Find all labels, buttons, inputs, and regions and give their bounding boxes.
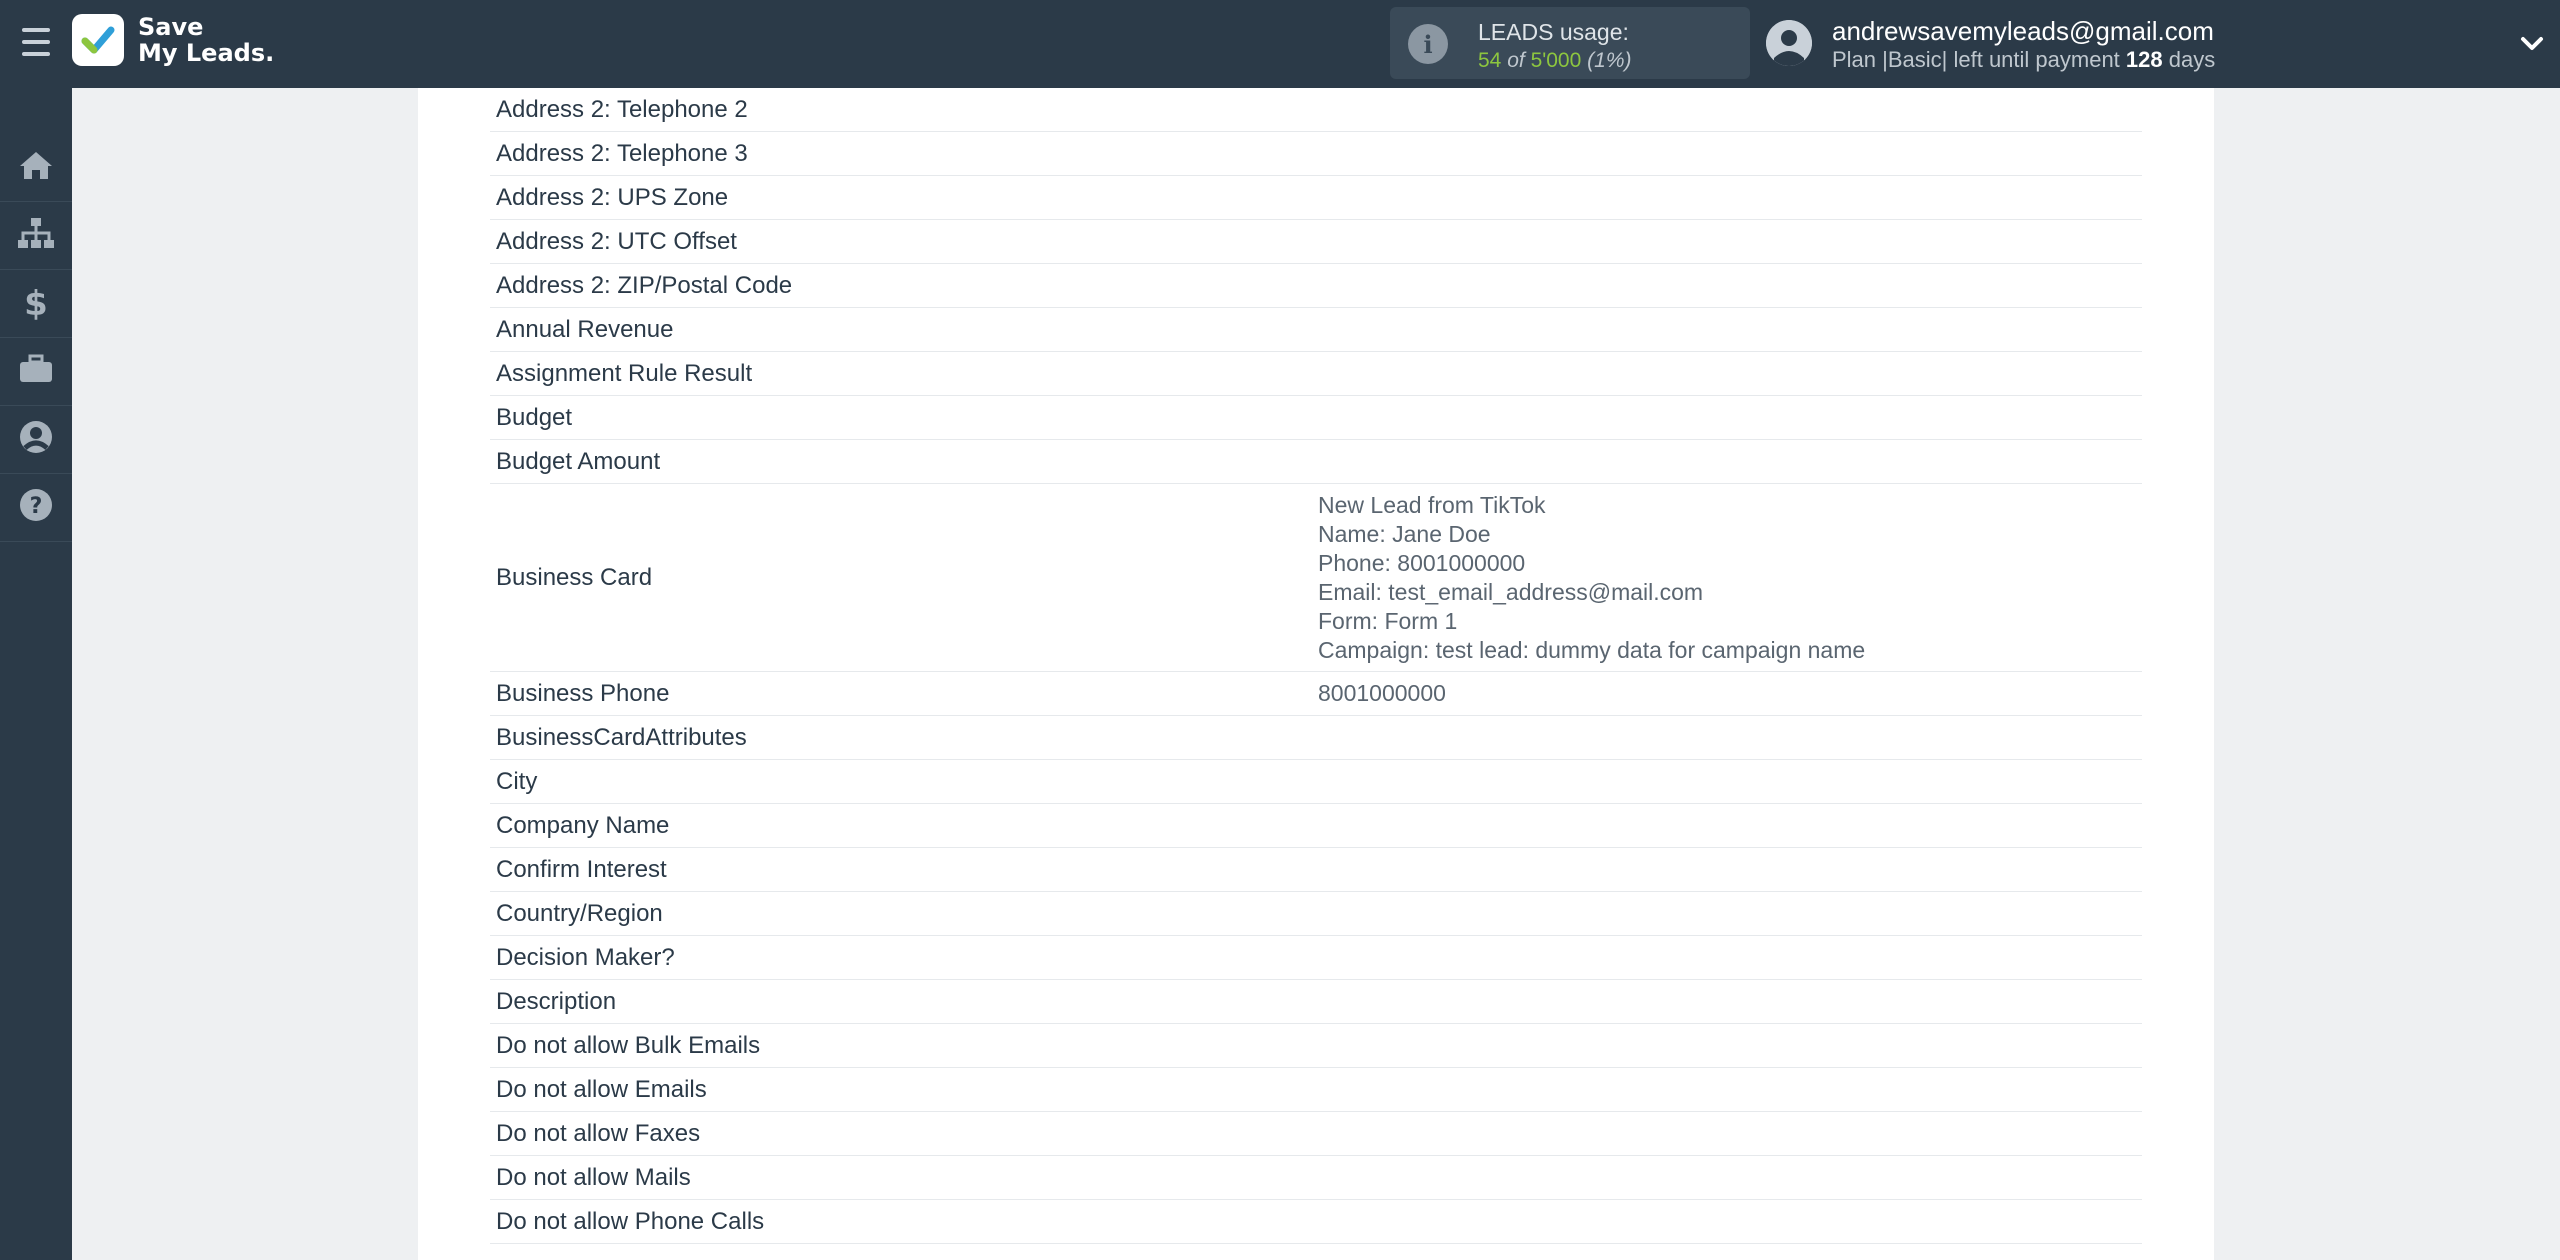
table-row: Do not allow Phone Calls [490, 1200, 2142, 1244]
table-row: Assignment Rule Result [490, 352, 2142, 396]
table-row: BusinessCardAttributes [490, 716, 2142, 760]
plan-prefix: Plan | [1832, 47, 1888, 72]
usage-used: 54 [1478, 49, 1502, 72]
account-menu[interactable]: andrewsavemyleads@gmail.com Plan |Basic|… [1766, 14, 2546, 74]
field-name: Company Name [496, 811, 670, 839]
info-icon: i [1408, 24, 1448, 64]
field-name: Address 2: UTC Offset [496, 227, 737, 255]
table-row: Business Phone 8001000000 [490, 672, 2142, 716]
dollar-icon: $ [24, 283, 48, 324]
table-row: City [490, 760, 2142, 804]
field-value-line: Form: Form 1 [1318, 607, 1458, 634]
sidebar: $ ? [0, 88, 72, 1260]
field-value-line: New Lead from TikTok [1318, 491, 1546, 518]
field-name: Address 2: Telephone 3 [496, 139, 748, 167]
table-row: Address 2: ZIP/Postal Code [490, 264, 2142, 308]
plan-days-suffix: days [2168, 47, 2216, 72]
field-name: Business Card [496, 563, 653, 591]
field-value-line: Email: test_email_address@mail.com [1318, 578, 1704, 605]
table-row: Country/Region [490, 892, 2142, 936]
field-name: BusinessCardAttributes [496, 723, 747, 751]
table-row: Decision Maker? [490, 936, 2142, 980]
field-name: Address 2: UPS Zone [496, 183, 729, 211]
field-name: Address 2: Telephone 2 [496, 95, 748, 123]
sidebar-item-profile[interactable] [0, 406, 72, 474]
table-row: Business Card New Lead from TikTok Name: J… [490, 484, 2142, 672]
usage-total: 5'000 [1530, 49, 1582, 72]
table-row: Budget [490, 396, 2142, 440]
field-name: Do not allow Mails [496, 1163, 691, 1191]
briefcase-icon [18, 354, 54, 389]
chevron-down-icon[interactable] [2518, 30, 2546, 58]
field-name: Annual Revenue [496, 315, 674, 343]
field-name: Budget [496, 403, 573, 431]
field-name: Do not allow Bulk Emails [496, 1031, 761, 1059]
field-name: Do not allow Emails [496, 1075, 707, 1103]
table-row: Address 2: Telephone 3 [490, 132, 2142, 176]
usage-value: 54 of 5'000 (1%) [1478, 49, 1631, 73]
usage-percent: (1%) [1587, 49, 1632, 72]
table-row: Annual Revenue [490, 308, 2142, 352]
home-icon [18, 149, 54, 186]
field-value: 8001000000 [1318, 680, 1446, 706]
sidebar-item-help[interactable]: ? [0, 474, 72, 542]
logo-line-1: Save [138, 13, 204, 41]
field-name: Budget Amount [496, 447, 661, 475]
avatar-icon [1766, 20, 1812, 66]
field-name: Do not allow Phone Calls [496, 1207, 765, 1235]
field-value-line: Name: Jane Doe [1318, 520, 1491, 547]
field-name: Do not allow Faxes [496, 1119, 701, 1147]
sidebar-item-billing[interactable]: $ [0, 270, 72, 338]
field-name: Description [496, 987, 617, 1015]
question-icon: ? [19, 488, 53, 527]
table-row: Company Name [490, 804, 2142, 848]
field-value: New Lead from TikTok Name: Jane Doe Phone:… [1318, 491, 2142, 665]
field-name: Country/Region [496, 899, 663, 927]
field-value-line: Campaign: test lead: dummy data for camp… [1318, 636, 1866, 663]
plan-name: Basic [1887, 47, 1942, 72]
menu-icon[interactable] [22, 28, 50, 58]
table-row: Address 2: UTC Offset [490, 220, 2142, 264]
sidebar-item-tools[interactable] [0, 338, 72, 406]
field-name: Decision Maker? [496, 943, 675, 971]
table-row: Budget Amount [490, 440, 2142, 484]
plan-mid: | left until payment [1941, 47, 2120, 72]
usage-title: LEADS usage: [1478, 19, 1629, 45]
user-icon [19, 420, 53, 459]
field-name: Assignment Rule Result [496, 359, 753, 387]
table-row: Do not allow Mails [490, 1156, 2142, 1200]
logo[interactable]: Save My Leads. [72, 14, 274, 66]
field-name: City [496, 767, 538, 795]
logo-line-2: My Leads. [138, 39, 275, 67]
field-name: Business Phone [496, 679, 670, 707]
sitemap-icon [17, 217, 55, 254]
sidebar-item-connections[interactable] [0, 202, 72, 270]
table-row: Address 2: UPS Zone [490, 176, 2142, 220]
top-bar: Save My Leads. i LEADS usage: 54 of 5'00… [0, 0, 2560, 88]
field-list: Address 2: Telephone 2 Address 2: Telepho… [490, 88, 2142, 1244]
account-plan: Plan |Basic| left until payment 128 days [1832, 47, 2215, 73]
leads-usage-box: i LEADS usage: 54 of 5'000 (1%) [1390, 7, 1750, 79]
checkmark-logo-icon [72, 14, 124, 66]
table-row: Confirm Interest [490, 848, 2142, 892]
table-row: Do not allow Bulk Emails [490, 1024, 2142, 1068]
table-row: Address 2: Telephone 2 [490, 88, 2142, 132]
table-row: Do not allow Faxes [490, 1112, 2142, 1156]
svg-text:?: ? [30, 494, 43, 519]
table-row: Description [490, 980, 2142, 1024]
usage-of: of [1507, 49, 1525, 72]
account-email: andrewsavemyleads@gmail.com [1832, 16, 2214, 46]
field-value-line: Phone: 8001000000 [1318, 549, 1526, 576]
sidebar-item-home[interactable] [0, 134, 72, 202]
field-name: Confirm Interest [496, 855, 667, 883]
field-name: Address 2: ZIP/Postal Code [496, 271, 793, 299]
logo-text: Save My Leads. [138, 14, 274, 66]
table-row: Do not allow Emails [490, 1068, 2142, 1112]
field-mapping-panel: Address 2: Telephone 2 Address 2: Telepho… [418, 88, 2214, 1260]
plan-days: 128 [2125, 47, 2163, 72]
